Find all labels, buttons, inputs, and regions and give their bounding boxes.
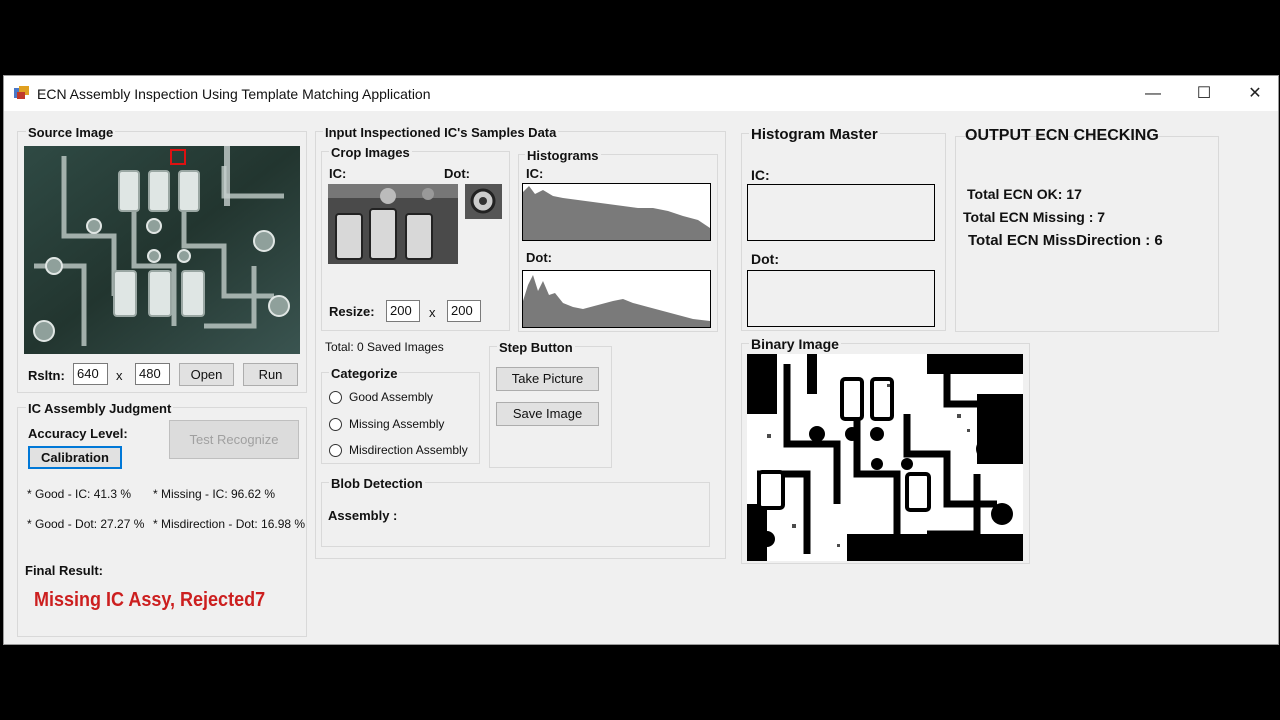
- histogram-dot-label: Dot:: [526, 250, 552, 265]
- crop-ic-image: [328, 184, 458, 264]
- source-image: [24, 146, 300, 354]
- test-recognize-button[interactable]: Test Recognize: [169, 420, 299, 459]
- minimize-button[interactable]: —: [1130, 76, 1176, 111]
- crop-images-title: Crop Images: [329, 145, 412, 160]
- missing-ic-value: * Missing - IC: 96.62 %: [153, 487, 276, 501]
- histogram-master-title: Histogram Master: [749, 126, 880, 143]
- histogram-dot-chart: [522, 270, 711, 328]
- final-result-value: Missing IC Assy, Rejected7: [34, 589, 266, 611]
- missing-assembly-radio[interactable]: [329, 418, 342, 431]
- misdirection-dot-value: * Misdirection - Dot: 16.98 %: [153, 517, 306, 531]
- assembly-label: Assembly :: [328, 508, 398, 523]
- take-picture-button[interactable]: Take Picture: [496, 367, 599, 391]
- open-button[interactable]: Open: [179, 363, 234, 386]
- good-assembly-radio[interactable]: [329, 391, 342, 404]
- histogram-master-title-text: Histogram Master: [751, 126, 878, 143]
- app-icon: [14, 86, 29, 99]
- resize-width-input[interactable]: 200: [386, 300, 420, 322]
- total-ecn-missdirection: Total ECN MissDirection : 6: [968, 232, 1163, 249]
- maximize-button[interactable]: ☐: [1181, 76, 1227, 111]
- accuracy-label: Accuracy Level:: [28, 426, 128, 441]
- calibration-button[interactable]: Calibration: [28, 446, 122, 469]
- good-assembly-label: Good Assembly: [349, 390, 434, 404]
- good-dot-value: * Good - Dot: 27.27 %: [27, 517, 145, 531]
- misdirection-assembly-radio[interactable]: [329, 444, 342, 457]
- resize-times: x: [429, 305, 436, 320]
- binary-image-title: Binary Image: [749, 336, 841, 352]
- histograms-title: Histograms: [525, 148, 601, 163]
- master-ic-label: IC:: [751, 167, 770, 183]
- run-button[interactable]: Run: [243, 363, 298, 386]
- master-dot-label: Dot:: [751, 251, 779, 267]
- output-title: OUTPUT ECN CHECKING: [965, 127, 1159, 144]
- master-dot-histogram: [747, 270, 935, 327]
- good-ic-value: * Good - IC: 41.3 %: [27, 487, 132, 501]
- source-image-title: Source Image: [26, 125, 116, 140]
- resolution-times: x: [116, 368, 123, 383]
- master-ic-histogram: [747, 184, 935, 241]
- histogram-ic-chart: [522, 183, 711, 241]
- resolution-height-input[interactable]: 480: [135, 363, 170, 385]
- misdirection-assembly-label: Misdirection Assembly: [349, 443, 468, 457]
- resize-height-input[interactable]: 200: [447, 300, 481, 322]
- categorize-title: Categorize: [329, 366, 400, 381]
- save-image-button[interactable]: Save Image: [496, 402, 599, 426]
- step-button-title: Step Button: [497, 340, 575, 355]
- crop-ic-label: IC:: [329, 166, 347, 181]
- crop-dot-label: Dot:: [444, 166, 470, 181]
- total-saved-images: Total: 0 Saved Images: [325, 340, 444, 354]
- final-result-label: Final Result:: [25, 563, 104, 578]
- title-bar: ECN Assembly Inspection Using Template M…: [4, 76, 1278, 111]
- total-ecn-missing: Total ECN Missing : 7: [963, 209, 1106, 225]
- close-button[interactable]: ✕: [1232, 76, 1278, 111]
- judgment-title: IC Assembly Judgment: [26, 401, 174, 416]
- resolution-label: Rsltn:: [28, 368, 65, 383]
- binary-image: [747, 354, 1023, 561]
- resize-label: Resize:: [329, 304, 375, 319]
- window-title: ECN Assembly Inspection Using Template M…: [37, 86, 431, 102]
- missing-assembly-label: Missing Assembly: [349, 417, 445, 431]
- samples-title: Input Inspectioned IC's Samples Data: [323, 125, 559, 140]
- blob-detection-title: Blob Detection: [329, 476, 425, 491]
- crop-dot-image: [465, 184, 502, 219]
- total-ecn-ok: Total ECN OK: 17: [967, 186, 1082, 202]
- resolution-width-input[interactable]: 640: [73, 363, 108, 385]
- histogram-ic-label: IC:: [526, 166, 544, 181]
